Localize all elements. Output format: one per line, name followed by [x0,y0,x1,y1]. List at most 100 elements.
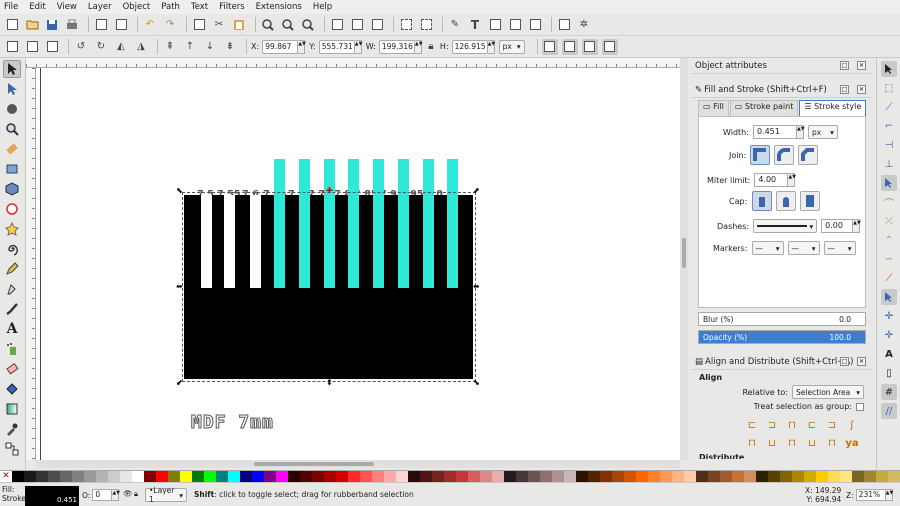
palette-swatch[interactable] [660,471,672,482]
fill-stroke-icon[interactable]: ✎ [447,17,463,33]
x-spin[interactable]: ▲▼ [298,39,306,54]
object-attributes-header[interactable]: Object attributes □ ✕ [692,58,872,74]
snap-bbox-corners-icon[interactable]: ⌐ [881,118,897,134]
resize-handle[interactable]: ⬊ [473,379,480,387]
palette-swatch[interactable] [624,471,636,482]
close-icon[interactable]: ✕ [857,61,866,70]
palette-swatch[interactable] [144,471,156,482]
palette-swatch[interactable] [744,471,756,482]
snap-guides-icon[interactable]: /∕ [881,403,897,419]
flip-horizontal-icon[interactable]: ◭ [113,39,129,55]
palette-swatch[interactable] [792,471,804,482]
butt-cap-button[interactable] [752,191,773,211]
align-text-icon[interactable]: ya [844,435,860,451]
redo-icon[interactable]: ↷ [162,17,178,33]
center-horizontal-axis-icon[interactable]: ⊓ [784,435,800,451]
palette-swatch[interactable] [804,471,816,482]
scale-corners-icon[interactable] [561,38,578,55]
maximize-icon[interactable]: □ [840,85,849,94]
menu-filters[interactable]: Filters [219,2,244,12]
snap-rotation-center-icon[interactable]: ✛ [881,327,897,343]
palette-swatch[interactable] [456,471,468,482]
square-cap-button[interactable] [800,191,821,211]
palette-swatch[interactable] [468,471,480,482]
unit-select[interactable]: px ▾ [498,39,525,54]
width-unit-select[interactable]: px ▾ [807,125,838,139]
current-layer-select[interactable]: •Layer 1 ▾ [145,486,187,504]
dash-offset-input[interactable]: 0.00 [821,219,854,233]
opacity-input[interactable]: 0 [92,489,113,501]
3d-box-tool-icon[interactable] [3,180,21,198]
document-properties-icon[interactable] [556,17,572,33]
palette-swatch[interactable] [372,471,384,482]
align-top-icon[interactable]: ⊔ [764,435,780,451]
width-input[interactable]: 0.451 [752,125,797,139]
close-icon[interactable]: ✕ [857,357,866,366]
dropper-tool-icon[interactable] [3,420,21,438]
preferences-icon[interactable]: ✲ [576,17,592,33]
palette-swatch[interactable] [528,471,540,482]
palette-swatch[interactable] [672,471,684,482]
palette-swatch[interactable] [228,471,240,482]
snap-text-baseline-icon[interactable]: A [881,346,897,362]
palette-swatch[interactable] [60,471,72,482]
align-distribute-icon[interactable] [527,17,543,33]
zoom-spin[interactable]: ▲▼ [885,489,893,501]
palette-swatch[interactable] [132,471,144,482]
blur-slider[interactable]: Blur (%) 0.0 [698,312,866,326]
snap-page-border-icon[interactable]: ▯ [881,365,897,381]
palette-swatch[interactable] [876,471,888,482]
palette-swatch[interactable] [396,471,408,482]
layer-lock-icon[interactable]: 🔒︎ [134,489,138,499]
resize-handle[interactable]: ⬌ [473,283,480,291]
zoom-drawing-icon[interactable] [280,17,296,33]
save-icon[interactable] [44,17,60,33]
palette-swatch[interactable] [48,471,60,482]
transform-patterns-icon[interactable] [601,38,618,55]
print-icon[interactable] [64,17,80,33]
color-palette[interactable]: ✕ [0,470,900,482]
group-icon[interactable] [398,17,414,33]
palette-swatch[interactable] [360,471,372,482]
align-bottom-edges-icon[interactable]: ⊓ [824,435,840,451]
measure-tool-icon[interactable] [3,140,21,158]
clone-icon[interactable] [349,17,365,33]
palette-swatch[interactable] [540,471,552,482]
bevel-join-button[interactable] [798,145,819,165]
connector-tool-icon[interactable] [3,440,21,458]
palette-swatch[interactable] [756,471,768,482]
text-font-icon[interactable]: T [467,17,483,33]
h-spin[interactable]: ▲▼ [487,39,495,54]
relative-to-select[interactable]: Selection Area ▾ [792,385,864,399]
opacity-spin[interactable]: ▲▼ [112,489,120,501]
end-marker-select[interactable]: — ▾ [823,241,856,255]
snap-bbox-midpoints-icon[interactable]: ⊣ [881,137,897,153]
opacity-slider[interactable]: Opacity (%) 100.0 [698,330,866,344]
palette-swatch[interactable] [300,471,312,482]
palette-swatch[interactable] [216,471,228,482]
palette-swatch[interactable] [684,471,696,482]
palette-swatch[interactable] [252,471,264,482]
scale-stroke-icon[interactable] [541,38,558,55]
menu-path[interactable]: Path [161,2,180,12]
calligraphy-tool-icon[interactable] [3,300,21,318]
cut-icon[interactable]: ✂ [211,17,227,33]
stroke-swatch[interactable]: 0.451 [25,496,79,506]
unlink-clone-icon[interactable] [369,17,385,33]
rotate-cw-icon[interactable]: ↻ [93,39,109,55]
palette-swatch[interactable] [648,471,660,482]
lower-icon[interactable]: ↓ [202,39,218,55]
duplicate-icon[interactable] [329,17,345,33]
pencil-tool-icon[interactable] [3,260,21,278]
gradient-tool-icon[interactable] [3,400,21,418]
star-tool-icon[interactable] [3,220,21,238]
zoom-input[interactable]: 231% [855,489,886,501]
y-input[interactable]: 555.731 [318,39,355,54]
resize-handle[interactable]: ⬍ [326,379,333,387]
menu-help[interactable]: Help [313,2,332,12]
palette-swatch[interactable] [204,471,216,482]
maximize-icon[interactable]: □ [840,357,849,366]
w-input[interactable]: 199.316 [378,39,415,54]
palette-swatch[interactable] [504,471,516,482]
palette-swatch[interactable] [276,471,288,482]
